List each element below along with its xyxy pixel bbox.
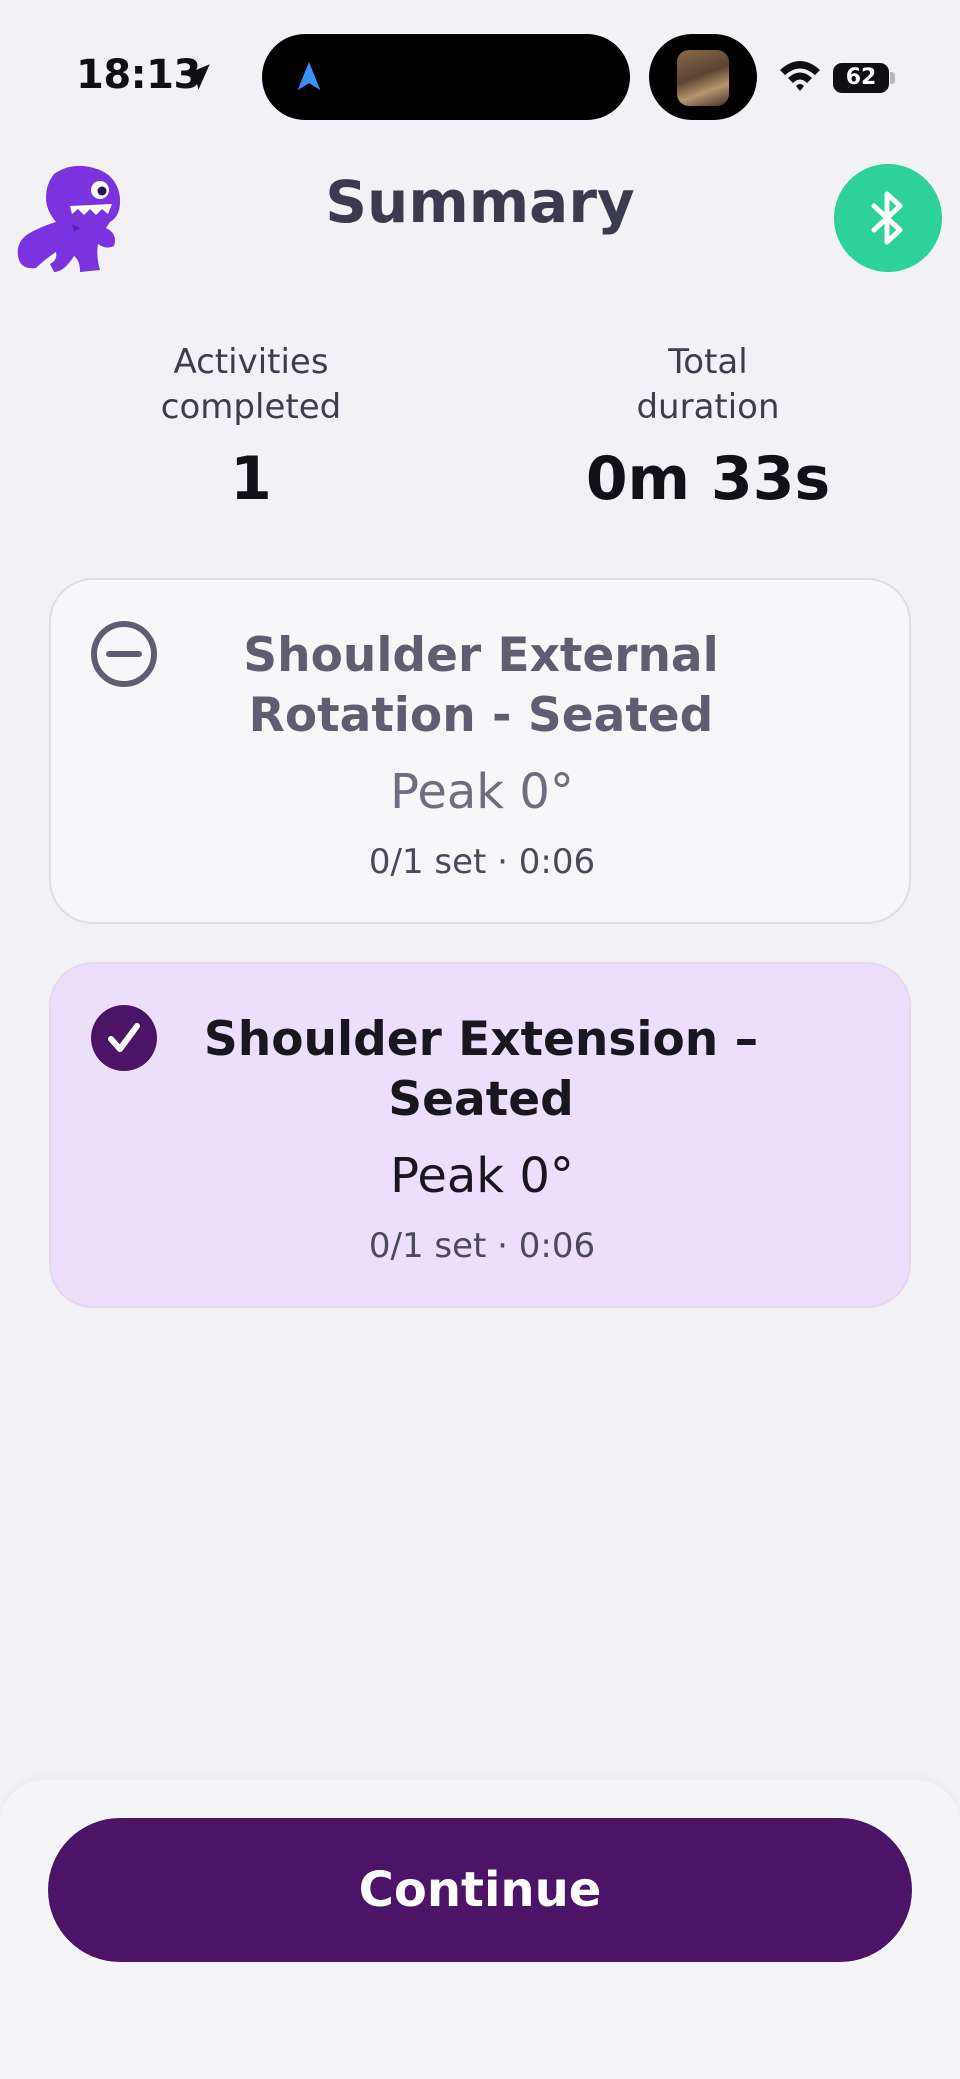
minus-circle-icon[interactable] (90, 620, 158, 688)
stat-total-duration: Total duration 0m 33s (498, 340, 918, 514)
wifi-icon (780, 61, 820, 91)
media-thumbnail (677, 50, 729, 106)
activity-card[interactable]: Shoulder External Rotation - Seated Peak… (49, 578, 911, 924)
bluetooth-button[interactable] (834, 164, 942, 272)
battery-icon: 62 (833, 63, 889, 93)
activity-title: Shoulder Extension – Seated (203, 1012, 759, 1127)
activity-peak: Peak 0° (390, 764, 574, 820)
page-title: Summary (325, 168, 635, 236)
status-bar: 18:13 62 (0, 0, 960, 150)
continue-button[interactable]: Continue (48, 1818, 912, 1962)
stat-label: Activities completed (160, 342, 342, 427)
stat-value: 0m 33s (585, 444, 831, 514)
battery-nub (890, 72, 895, 84)
navigation-icon (297, 61, 321, 91)
stat-value: 1 (230, 444, 272, 514)
stat-activities-completed: Activities completed 1 (41, 340, 461, 514)
activity-meta: 0/1 set · 0:06 (368, 1226, 596, 1266)
activity-title: Shoulder External Rotation - Seated (243, 628, 719, 743)
check-circle-icon[interactable] (90, 1004, 158, 1072)
activity-peak: Peak 0° (390, 1148, 574, 1204)
activity-card[interactable]: Shoulder Extension – Seated Peak 0° 0/1 … (49, 962, 911, 1308)
bluetooth-icon (871, 191, 903, 245)
location-arrow-icon (184, 64, 210, 90)
activity-meta: 0/1 set · 0:06 (368, 842, 596, 882)
stat-label: Total duration (636, 342, 780, 427)
